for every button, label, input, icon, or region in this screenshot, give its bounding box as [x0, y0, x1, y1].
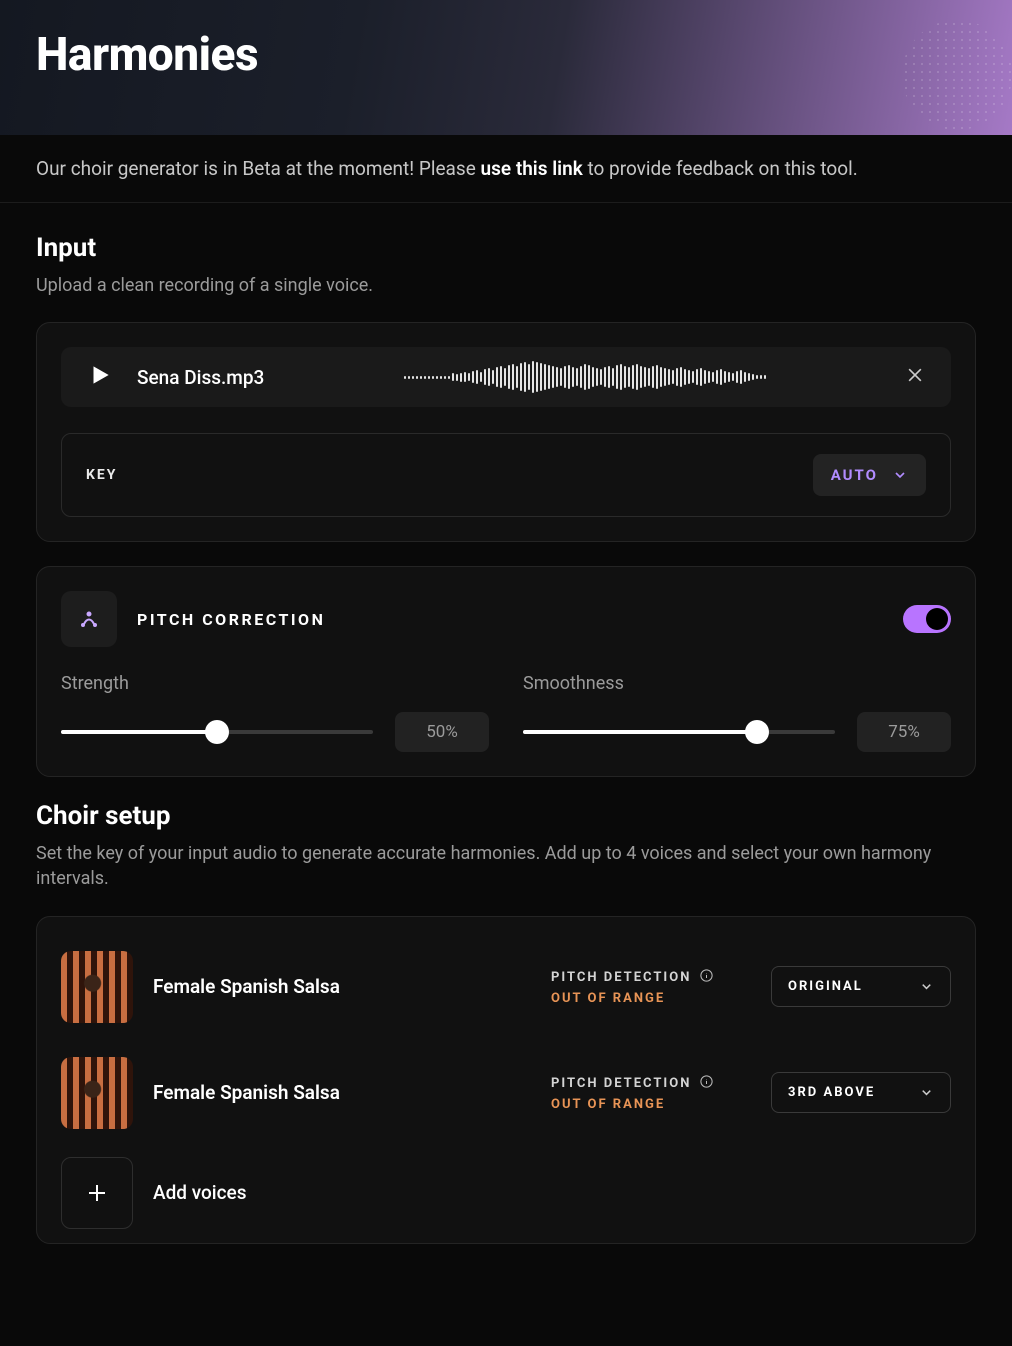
remove-audio-button[interactable]	[905, 365, 925, 389]
pitch-correction-toggle[interactable]	[903, 605, 951, 633]
voice-avatar[interactable]	[61, 951, 133, 1023]
key-row: KEY AUTO	[61, 433, 951, 517]
voice-row: Female Spanish Salsa PITCH DETECTION OUT…	[61, 1047, 951, 1153]
play-button[interactable]	[87, 362, 113, 392]
add-voice-label: Add voices	[153, 1181, 247, 1204]
close-icon	[905, 365, 925, 385]
banner-prefix: Our choir generator is in Beta at the mo…	[36, 157, 481, 180]
pitch-detection-status: OUT OF RANGE	[551, 1097, 751, 1112]
smoothness-label: Smoothness	[523, 673, 951, 694]
interval-select[interactable]: ORIGINAL	[771, 966, 951, 1007]
hero-banner: Harmonies	[0, 0, 1012, 135]
smoothness-value: 75%	[857, 712, 951, 752]
info-icon[interactable]	[699, 1074, 714, 1093]
feedback-link[interactable]: use this link	[481, 157, 583, 180]
add-voice-row: Add voices	[61, 1153, 951, 1229]
chevron-down-icon	[919, 979, 934, 994]
strength-slider[interactable]	[61, 722, 373, 742]
interval-select[interactable]: 3RD ABOVE	[771, 1072, 951, 1113]
banner-suffix: to provide feedback on this tool.	[583, 157, 858, 180]
key-value: AUTO	[831, 466, 878, 484]
pitch-correction-card: PITCH CORRECTION Strength 50% Smoothness	[36, 566, 976, 777]
decorative-dots	[902, 20, 1012, 130]
key-label: KEY	[86, 467, 117, 483]
voice-name: Female Spanish Salsa	[153, 975, 531, 998]
pitch-detection-status: OUT OF RANGE	[551, 991, 751, 1006]
choir-card: Female Spanish Salsa PITCH DETECTION OUT…	[36, 916, 976, 1244]
beta-banner: Our choir generator is in Beta at the mo…	[0, 135, 1012, 203]
add-voice-button[interactable]	[61, 1157, 133, 1229]
key-select[interactable]: AUTO	[813, 454, 926, 496]
plus-icon	[85, 1181, 109, 1205]
interval-value: 3RD ABOVE	[788, 1085, 875, 1100]
strength-slider-group: Strength 50%	[61, 673, 489, 752]
pitch-detection-label: PITCH DETECTION	[551, 970, 691, 985]
voice-name: Female Spanish Salsa	[153, 1081, 531, 1104]
smoothness-slider[interactable]	[523, 722, 835, 742]
smoothness-slider-group: Smoothness 75%	[523, 673, 951, 752]
choir-section-desc: Set the key of your input audio to gener…	[36, 841, 976, 891]
info-icon[interactable]	[699, 968, 714, 987]
strength-value: 50%	[395, 712, 489, 752]
pitch-correction-icon	[61, 591, 117, 647]
interval-value: ORIGINAL	[788, 979, 863, 994]
audio-waveform[interactable]	[288, 361, 881, 393]
strength-label: Strength	[61, 673, 489, 694]
input-section-desc: Upload a clean recording of a single voi…	[36, 273, 976, 298]
page-title: Harmonies	[36, 28, 976, 82]
input-section-title: Input	[36, 233, 976, 263]
choir-section-title: Choir setup	[36, 801, 976, 831]
chevron-down-icon	[892, 467, 908, 483]
pitch-correction-title: PITCH CORRECTION	[137, 610, 883, 629]
voice-avatar[interactable]	[61, 1057, 133, 1129]
play-icon	[87, 362, 113, 388]
chevron-down-icon	[919, 1085, 934, 1100]
audio-filename: Sena Diss.mp3	[137, 366, 264, 389]
voice-row: Female Spanish Salsa PITCH DETECTION OUT…	[61, 941, 951, 1047]
pitch-detection-label: PITCH DETECTION	[551, 1076, 691, 1091]
input-card: Sena Diss.mp3 KEY AUTO	[36, 322, 976, 542]
audio-file-row: Sena Diss.mp3	[61, 347, 951, 407]
